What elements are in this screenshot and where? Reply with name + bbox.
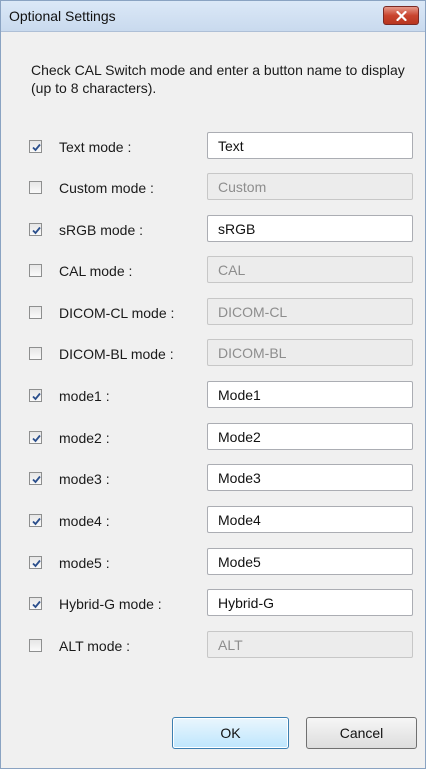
check-icon <box>32 559 41 568</box>
button-name-input[interactable]: Mode2 <box>207 423 413 450</box>
check-icon <box>32 475 41 484</box>
button-name-input: DICOM-CL <box>207 298 413 325</box>
mode-label: Text mode : <box>59 139 132 155</box>
check-icon <box>32 143 41 152</box>
check-icon <box>32 226 41 235</box>
close-icon <box>396 11 407 21</box>
mode-row: DICOM-CL mode : DICOM-CL <box>1 298 425 330</box>
button-name-input: DICOM-BL <box>207 339 413 366</box>
check-icon <box>32 517 41 526</box>
mode-label: mode4 : <box>59 513 110 529</box>
mode-row: mode5 : Mode5 <box>1 548 425 580</box>
mode-checkbox[interactable] <box>29 556 42 569</box>
mode-label: mode2 : <box>59 430 110 446</box>
mode-row: DICOM-BL mode : DICOM-BL <box>1 339 425 371</box>
button-name-input[interactable]: Mode5 <box>207 548 413 575</box>
mode-row: Custom mode : Custom <box>1 173 425 205</box>
mode-row: mode3 : Mode3 <box>1 464 425 496</box>
mode-label: DICOM-BL mode : <box>59 346 174 362</box>
button-name-input[interactable]: Hybrid-G <box>207 589 413 616</box>
instructions-text: Check CAL Switch mode and enter a button… <box>31 62 405 96</box>
mode-checkbox[interactable] <box>29 514 42 527</box>
title-bar: Optional Settings <box>1 1 425 32</box>
button-name-input: CAL <box>207 256 413 283</box>
button-name-input[interactable]: sRGB <box>207 215 413 242</box>
mode-checkbox[interactable] <box>29 639 42 652</box>
mode-label: CAL mode : <box>59 263 133 279</box>
button-name-input[interactable]: Mode3 <box>207 464 413 491</box>
mode-row: CAL mode : CAL <box>1 256 425 288</box>
button-name-input[interactable]: Mode1 <box>207 381 413 408</box>
button-name-input: ALT <box>207 631 413 658</box>
mode-checkbox[interactable] <box>29 389 42 402</box>
button-name-input[interactable]: Text <box>207 132 413 159</box>
mode-label: Custom mode : <box>59 180 154 196</box>
check-icon <box>32 434 41 443</box>
close-button[interactable] <box>383 6 419 25</box>
button-name-input[interactable]: Mode4 <box>207 506 413 533</box>
mode-checkbox[interactable] <box>29 597 42 610</box>
check-icon <box>32 600 41 609</box>
dialog-title: Optional Settings <box>9 8 116 24</box>
mode-label: mode3 : <box>59 471 110 487</box>
mode-checkbox[interactable] <box>29 223 42 236</box>
mode-row: mode1 : Mode1 <box>1 381 425 413</box>
mode-label: DICOM-CL mode : <box>59 305 175 321</box>
mode-row: Hybrid-G mode : Hybrid-G <box>1 589 425 621</box>
mode-checkbox[interactable] <box>29 347 42 360</box>
mode-checkbox[interactable] <box>29 431 42 444</box>
mode-label: ALT mode : <box>59 638 131 654</box>
mode-checkbox[interactable] <box>29 264 42 277</box>
mode-row: mode4 : Mode4 <box>1 506 425 538</box>
mode-checkbox[interactable] <box>29 472 42 485</box>
button-name-input: Custom <box>207 173 413 200</box>
ok-button[interactable]: OK <box>172 717 289 749</box>
mode-checkbox[interactable] <box>29 181 42 194</box>
mode-label: mode1 : <box>59 388 110 404</box>
mode-row: sRGB mode : sRGB <box>1 215 425 247</box>
mode-label: sRGB mode : <box>59 222 144 238</box>
mode-row: Text mode : Text <box>1 132 425 164</box>
mode-row: ALT mode : ALT <box>1 631 425 663</box>
mode-checkbox[interactable] <box>29 140 42 153</box>
mode-label: mode5 : <box>59 555 110 571</box>
cancel-button[interactable]: Cancel <box>306 717 417 749</box>
check-icon <box>32 392 41 401</box>
mode-row: mode2 : Mode2 <box>1 423 425 455</box>
mode-checkbox[interactable] <box>29 306 42 319</box>
optional-settings-dialog: Optional Settings Check CAL Switch mode … <box>0 0 426 769</box>
mode-label: Hybrid-G mode : <box>59 596 162 612</box>
